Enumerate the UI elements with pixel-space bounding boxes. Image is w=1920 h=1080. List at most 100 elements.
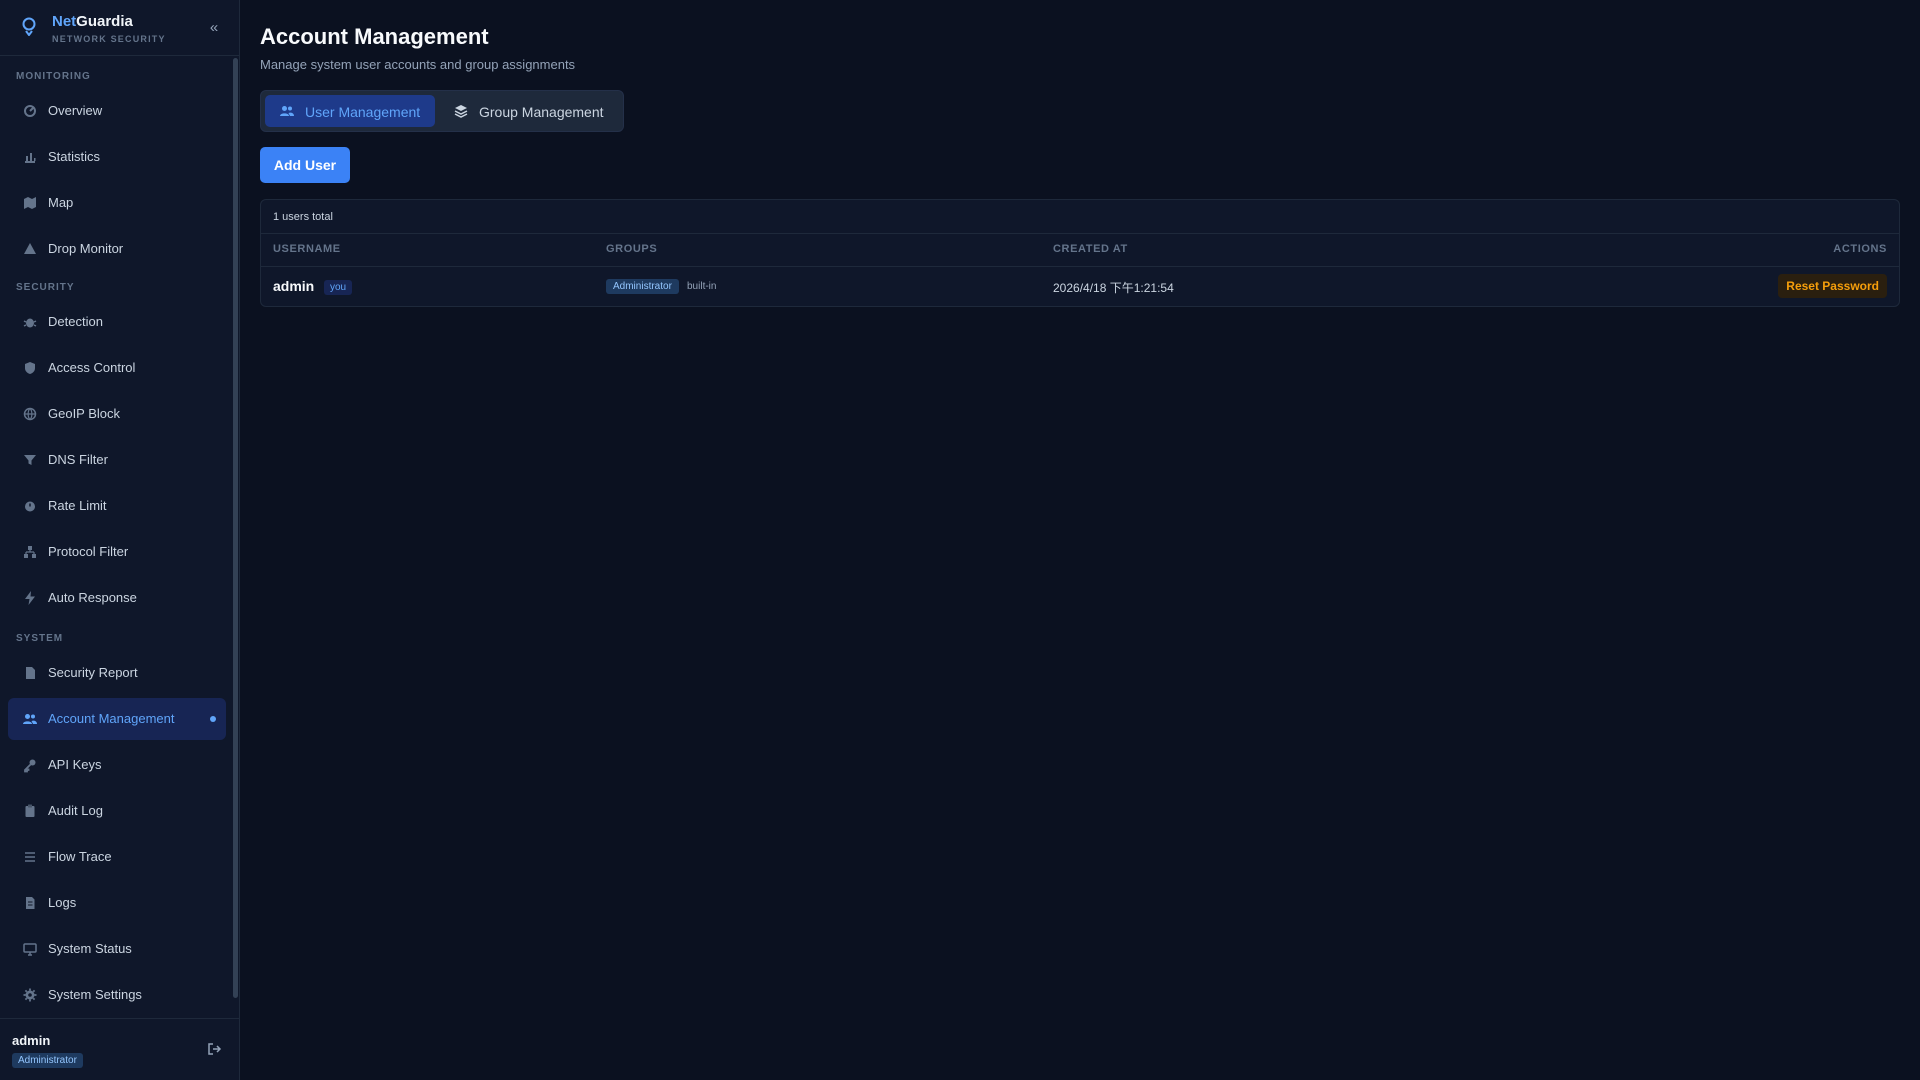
column-header-groups: GROUPS: [606, 243, 658, 255]
sidebar-item-audit-log[interactable]: Audit Log: [8, 790, 226, 832]
sidebar-item-system-settings[interactable]: System Settings: [8, 974, 226, 1016]
sidebar-item-protocol-filter[interactable]: Protocol Filter: [8, 531, 226, 573]
key-icon: [24, 759, 36, 773]
column-header-actions: ACTIONS: [1833, 243, 1887, 255]
list-icon: [25, 852, 35, 862]
page-title: Account Management: [260, 24, 489, 49]
sidebar-item-label: Statistics: [48, 149, 101, 164]
bug-icon: [23, 318, 37, 328]
brand-name: NetGuardia: [52, 13, 133, 30]
sidebar-item-rate-limit[interactable]: Rate Limit: [8, 485, 226, 527]
sidebar-item-label: Drop Monitor: [48, 241, 124, 256]
file-icon: [26, 667, 35, 679]
sidebar-item-label: Account Management: [48, 711, 175, 726]
sidebar-item-label: System Status: [48, 941, 132, 956]
clipboard-icon: [25, 804, 35, 817]
tab-label: User Management: [305, 104, 421, 120]
username-cell: admin: [273, 278, 315, 294]
sidebar-scrollbar[interactable]: [233, 58, 238, 998]
divider: [261, 233, 1899, 234]
brand-header: NetGuardia NETWORK SECURITY «: [0, 0, 240, 56]
timer-icon: [25, 501, 35, 512]
document-icon: [26, 897, 35, 909]
tab-bar: User Management Group Management: [260, 90, 624, 132]
gear-icon: [23, 988, 37, 1002]
column-header-created-at: CREATED AT: [1053, 243, 1128, 255]
layers-icon: [454, 105, 468, 118]
shield-logo-icon: [22, 17, 36, 36]
brand-subtitle: NETWORK SECURITY: [52, 34, 166, 44]
globe-icon: [23, 407, 37, 421]
page-subtitle: Manage system user accounts and group as…: [260, 57, 576, 72]
current-user-name: admin: [12, 1033, 51, 1048]
sidebar-item-statistics[interactable]: Statistics: [8, 136, 226, 178]
shield-icon: [25, 362, 35, 374]
tab-label: Group Management: [479, 104, 604, 120]
gauge-icon: [24, 105, 36, 117]
brand-name-accent: Net: [52, 13, 77, 30]
created-at-cell: 2026/4/18 下午1:21:54: [1053, 281, 1174, 295]
sidebar-item-label: Security Report: [48, 665, 138, 680]
sidebar-item-security-report[interactable]: Security Report: [8, 652, 226, 694]
sidebar-nav[interactable]: MONITORING Overview Statistics Map Drop …: [0, 56, 240, 1018]
sidebar-item-auto-response[interactable]: Auto Response: [8, 577, 226, 619]
sidebar-item-label: Overview: [48, 103, 103, 118]
you-badge: you: [324, 280, 353, 295]
sidebar-item-logs[interactable]: Logs: [8, 882, 226, 924]
sidebar-item-detection[interactable]: Detection: [8, 301, 226, 343]
filter-icon: [24, 455, 36, 465]
active-indicator: [210, 716, 216, 722]
sidebar-item-system-status[interactable]: System Status: [8, 928, 226, 970]
map-icon: [24, 197, 36, 209]
logout-icon[interactable]: [206, 1041, 222, 1057]
sidebar-item-label: Rate Limit: [48, 498, 107, 513]
sidebar-item-account-management[interactable]: Account Management: [8, 698, 226, 740]
add-user-button[interactable]: Add User: [260, 147, 350, 183]
sidebar-item-label: System Settings: [48, 987, 142, 1002]
sidebar-item-label: Audit Log: [48, 803, 103, 818]
bar-chart-icon: [25, 153, 36, 163]
sidebar-item-overview[interactable]: Overview: [8, 90, 226, 132]
sidebar: NetGuardia NETWORK SECURITY « MONITORING…: [0, 0, 240, 1080]
main-content: Account Management Manage system user ac…: [240, 0, 1920, 1080]
users-table: 1 users total USERNAME GROUPS CREATED AT…: [260, 199, 1900, 307]
sidebar-item-label: Detection: [48, 314, 103, 329]
sidebar-item-label: Auto Response: [48, 590, 137, 605]
tab-group-management[interactable]: Group Management: [439, 95, 619, 127]
sidebar-item-label: DNS Filter: [48, 452, 108, 467]
sidebar-item-map[interactable]: Map: [8, 182, 226, 224]
sidebar-item-access-control[interactable]: Access Control: [8, 347, 226, 389]
sidebar-item-flow-trace[interactable]: Flow Trace: [8, 836, 226, 878]
current-user-panel: admin Administrator: [0, 1018, 240, 1080]
users-icon: [280, 106, 294, 116]
users-count: 1 users total: [273, 211, 333, 223]
sidebar-item-label: GeoIP Block: [48, 406, 121, 421]
section-title-system: SYSTEM: [16, 633, 64, 644]
sidebar-item-label: Logs: [48, 895, 77, 910]
sidebar-item-label: Map: [48, 195, 74, 210]
monitor-icon: [23, 943, 37, 956]
table-row: admin you Administrator built-in 2026/4/…: [261, 267, 1899, 307]
sidebar-item-label: Protocol Filter: [48, 544, 129, 559]
sidebar-item-geoip-block[interactable]: GeoIP Block: [8, 393, 226, 435]
tab-user-management[interactable]: User Management: [265, 95, 435, 127]
sidebar-item-drop-monitor[interactable]: Drop Monitor: [8, 228, 226, 270]
brand-name-rest: Guardia: [76, 13, 133, 30]
reset-password-button[interactable]: Reset Password: [1778, 274, 1887, 298]
sidebar-item-label: Access Control: [48, 360, 136, 375]
bolt-icon: [25, 591, 35, 605]
group-badge: Administrator: [606, 279, 679, 294]
sidebar-item-dns-filter[interactable]: DNS Filter: [8, 439, 226, 481]
users-icon: [23, 714, 37, 724]
network-icon: [24, 546, 36, 558]
section-title-security: SECURITY: [16, 282, 75, 293]
sidebar-item-api-keys[interactable]: API Keys: [8, 744, 226, 786]
section-title-monitoring: MONITORING: [16, 71, 91, 82]
built-in-tag: built-in: [687, 281, 717, 292]
chevrons-left-icon[interactable]: «: [206, 20, 222, 36]
sidebar-item-label: Flow Trace: [48, 849, 112, 864]
current-user-role-badge: Administrator: [12, 1053, 83, 1068]
warning-icon: [24, 243, 36, 254]
sidebar-item-label: API Keys: [48, 757, 102, 772]
column-header-username: USERNAME: [273, 243, 341, 255]
